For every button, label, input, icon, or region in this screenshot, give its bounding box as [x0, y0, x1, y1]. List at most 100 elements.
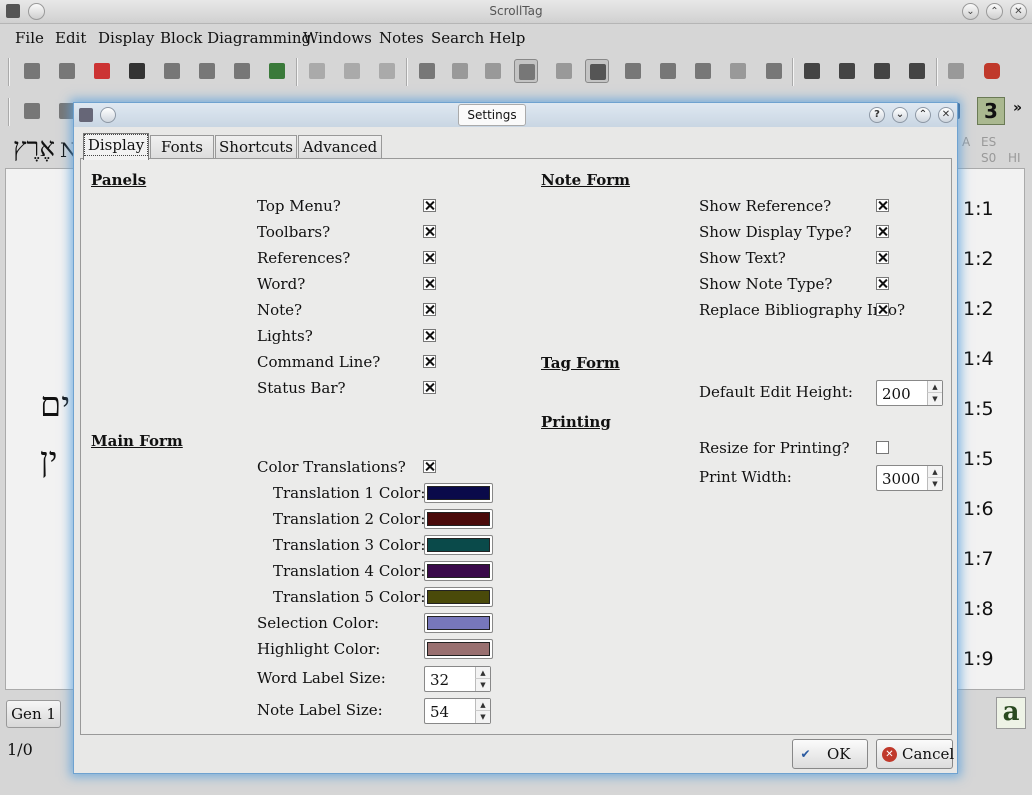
- help-button[interactable]: ?: [869, 107, 885, 123]
- verse-ref[interactable]: 1:9: [963, 648, 994, 670]
- move-down-icon[interactable]: [870, 59, 894, 83]
- menu-search[interactable]: Search: [431, 29, 484, 47]
- default-edit-height-value[interactable]: 200: [882, 385, 911, 403]
- tools-icon[interactable]: [230, 59, 254, 83]
- tab-shortcuts[interactable]: Shortcuts: [215, 135, 297, 159]
- toolbars-checkbox[interactable]: [423, 225, 436, 238]
- app-close-button[interactable]: ✕: [1010, 3, 1027, 20]
- ok-button[interactable]: ✔ OK: [792, 739, 868, 769]
- dialog-shade-button[interactable]: [100, 107, 116, 123]
- tab-advanced[interactable]: Advanced: [298, 135, 382, 159]
- note-label-size-value[interactable]: 54: [430, 703, 449, 721]
- toolbar-overflow-icon[interactable]: »: [1013, 100, 1022, 116]
- menu-edit[interactable]: Edit: [55, 29, 86, 47]
- verse-ref[interactable]: 1:6: [963, 498, 994, 520]
- table-icon[interactable]: [160, 59, 184, 83]
- menu-windows[interactable]: Windows: [303, 29, 372, 47]
- word-checkbox[interactable]: [423, 277, 436, 290]
- toolbar-handle[interactable]: [8, 98, 10, 126]
- text-block-icon[interactable]: [552, 59, 576, 83]
- show-display-type-checkbox[interactable]: [876, 225, 889, 238]
- save-icon[interactable]: [125, 59, 149, 83]
- numbered-list-icon[interactable]: [621, 59, 645, 83]
- nas-icon[interactable]: [944, 59, 968, 83]
- print-icon[interactable]: [20, 59, 44, 83]
- menu-file[interactable]: File: [15, 29, 44, 47]
- print-width-spinbox[interactable]: 3000 ▲ ▼: [876, 465, 943, 491]
- filter-icon[interactable]: [762, 59, 786, 83]
- references-checkbox[interactable]: [423, 251, 436, 264]
- selection-color-button[interactable]: [424, 613, 493, 633]
- menu-display[interactable]: Display: [98, 29, 154, 47]
- diagram-alpha-icon[interactable]: [514, 59, 538, 83]
- menu-notes[interactable]: Notes: [379, 29, 424, 47]
- status-bar-checkbox[interactable]: [423, 381, 436, 394]
- lights-checkbox[interactable]: [423, 329, 436, 342]
- verse-ref[interactable]: 1:5: [963, 398, 994, 420]
- show-note-type-checkbox[interactable]: [876, 277, 889, 290]
- word-mode-button[interactable]: a: [996, 697, 1026, 729]
- export-pdf-icon[interactable]: [90, 59, 114, 83]
- menu-help[interactable]: Help: [489, 29, 525, 47]
- book-chapter-button[interactable]: Gen 1: [6, 700, 61, 728]
- close-button[interactable]: ✕: [938, 107, 954, 123]
- word-label-size-spinbox[interactable]: 32 ▲ ▼: [424, 666, 491, 692]
- copy-icon[interactable]: [305, 59, 329, 83]
- verse-ref[interactable]: 1:8: [963, 598, 994, 620]
- spin-up-icon[interactable]: ▲: [475, 699, 490, 711]
- verse-tag-icon[interactable]: [585, 59, 609, 83]
- move-up-icon[interactable]: [835, 59, 859, 83]
- refresh-icon[interactable]: [265, 59, 289, 83]
- resize-for-printing-checkbox[interactable]: [876, 441, 889, 454]
- verse-ref[interactable]: 1:1: [963, 198, 994, 220]
- translation-1-color-button[interactable]: [424, 483, 493, 503]
- spin-down-icon[interactable]: ▼: [927, 478, 942, 490]
- word-label-size-value[interactable]: 32: [430, 671, 449, 689]
- verse-ref[interactable]: 1:4: [963, 348, 994, 370]
- spin-down-icon[interactable]: ▼: [927, 393, 942, 405]
- translation-2-color-button[interactable]: [424, 509, 493, 529]
- command-line-checkbox[interactable]: [423, 355, 436, 368]
- show-reference-checkbox[interactable]: [876, 199, 889, 212]
- menu-block-diagramming[interactable]: Block Diagramming: [160, 29, 311, 47]
- zoom-icon[interactable]: [415, 59, 439, 83]
- duplicate-icon[interactable]: [375, 59, 399, 83]
- highlight-color-button[interactable]: [424, 639, 493, 659]
- top-menu-checkbox[interactable]: [423, 199, 436, 212]
- tab-fonts[interactable]: Fonts: [150, 135, 214, 159]
- show-text-checkbox[interactable]: [876, 251, 889, 264]
- indent-icon[interactable]: [691, 59, 715, 83]
- tab-display[interactable]: Display: [83, 133, 149, 160]
- replace-bibliography-checkbox[interactable]: [876, 303, 889, 316]
- move-bottom-icon[interactable]: [800, 59, 824, 83]
- translation-3-color-button[interactable]: [424, 535, 493, 555]
- print-preview-icon[interactable]: [55, 59, 79, 83]
- maximize-button[interactable]: ⌃: [915, 107, 931, 123]
- app-minimize-button[interactable]: ⌄: [962, 3, 979, 20]
- minimize-button[interactable]: ⌄: [892, 107, 908, 123]
- spin-down-icon[interactable]: ▼: [475, 711, 490, 723]
- line-icon[interactable]: [481, 59, 505, 83]
- spin-up-icon[interactable]: ▲: [927, 466, 942, 478]
- dialog-menu-icon[interactable]: [79, 108, 93, 122]
- verse-ref[interactable]: 1:5: [963, 448, 994, 470]
- translation-5-color-button[interactable]: [424, 587, 493, 607]
- verse-ref[interactable]: 1:2: [963, 248, 994, 270]
- color-translations-checkbox[interactable]: [423, 460, 436, 473]
- note-label-size-spinbox[interactable]: 54 ▲ ▼: [424, 698, 491, 724]
- wand-icon[interactable]: [195, 59, 219, 83]
- document-icon[interactable]: [448, 59, 472, 83]
- lines-icon[interactable]: [726, 59, 750, 83]
- paste-icon[interactable]: [340, 59, 364, 83]
- cancel-button[interactable]: ✕ Cancel: [876, 739, 954, 769]
- note-checkbox[interactable]: [423, 303, 436, 316]
- toolbar-number-badge[interactable]: 3: [977, 97, 1005, 125]
- spin-down-icon[interactable]: ▼: [475, 679, 490, 691]
- spin-up-icon[interactable]: ▲: [475, 667, 490, 679]
- power-icon[interactable]: [980, 59, 1004, 83]
- toolbar-handle[interactable]: [8, 58, 10, 86]
- window-layout-icon[interactable]: [20, 99, 44, 123]
- spin-up-icon[interactable]: ▲: [927, 381, 942, 393]
- verse-ref[interactable]: 1:2: [963, 298, 994, 320]
- default-edit-height-spinbox[interactable]: 200 ▲ ▼: [876, 380, 943, 406]
